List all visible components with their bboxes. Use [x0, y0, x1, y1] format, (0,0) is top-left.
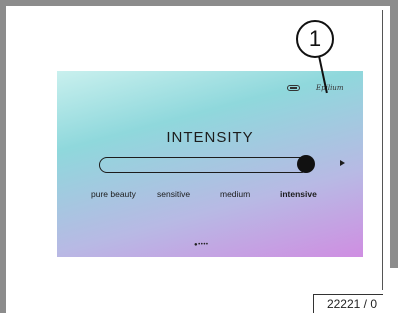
- device-screen: Epilium INTENSITY pure beauty sensitive …: [57, 71, 363, 257]
- manual-page: Epilium INTENSITY pure beauty sensitive …: [0, 0, 398, 313]
- screen-title: INTENSITY: [166, 129, 254, 146]
- reference-code: 22221 / 0: [313, 294, 383, 313]
- frame-top-border: [0, 0, 398, 6]
- level-intensive[interactable]: intensive: [280, 189, 317, 199]
- brand-logo: Epilium: [316, 84, 344, 92]
- next-arrow-icon[interactable]: [340, 160, 345, 166]
- level-pure-beauty[interactable]: pure beauty: [91, 189, 136, 199]
- intensity-slider-track[interactable]: [99, 157, 309, 173]
- level-medium[interactable]: medium: [220, 189, 250, 199]
- frame-left-border: [0, 0, 6, 313]
- intensity-levels: pure beauty sensitive medium intensive: [57, 189, 363, 203]
- frame-right-border: [390, 0, 398, 268]
- page-indicator-dots: ●••••: [194, 242, 209, 248]
- level-sensitive[interactable]: sensitive: [157, 189, 190, 199]
- battery-icon: [287, 85, 300, 91]
- intensity-slider-knob[interactable]: [297, 155, 315, 173]
- callout-number: 1: [296, 20, 334, 58]
